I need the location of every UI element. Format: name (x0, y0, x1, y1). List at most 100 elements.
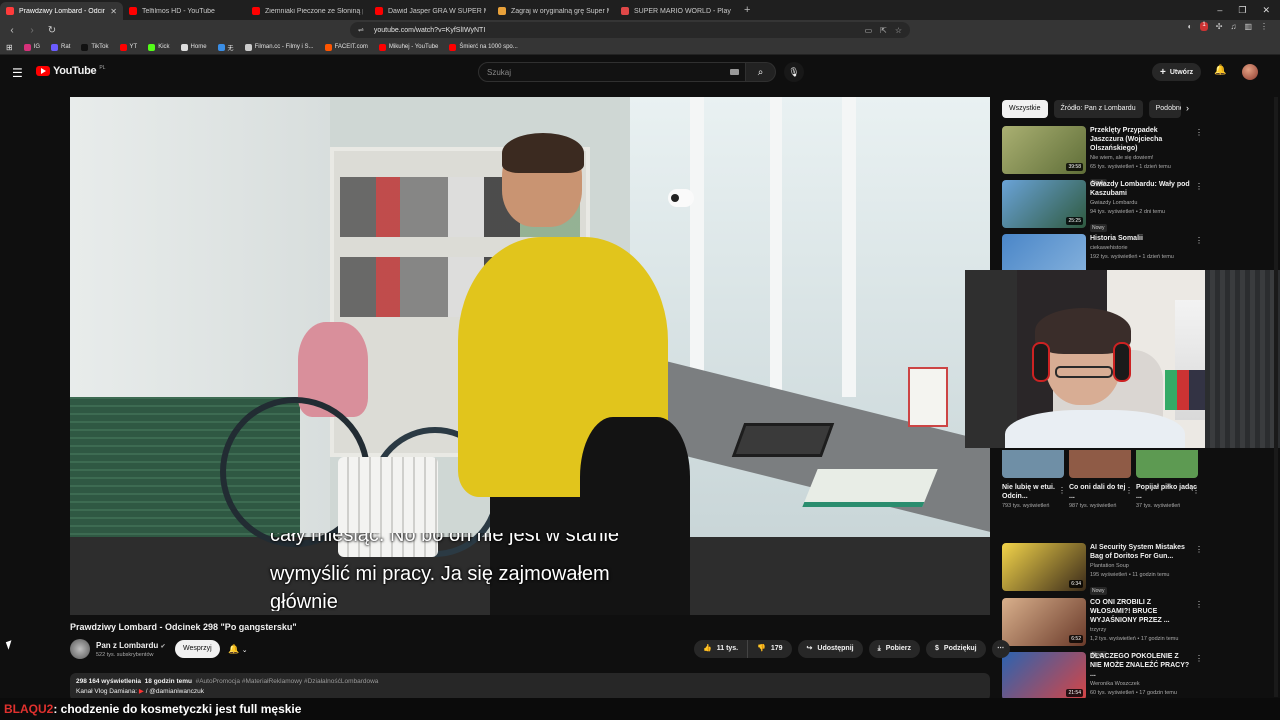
recommendation-item[interactable]: Historia Somalii ciekawehistorie 192 tys… (1002, 234, 1202, 270)
recommendation-item[interactable]: 25:25 Gwiazdy Lombardu: Wały pod Kaszuba… (1002, 180, 1203, 232)
bookmark-filman[interactable]: Filman.cc - Filmy i S... (244, 43, 314, 51)
video-thumbnail[interactable]: 39:58 (1002, 126, 1086, 174)
thanks-button[interactable]: $ Podziękuj (926, 640, 986, 658)
search-button[interactable]: ⌕ (746, 62, 776, 82)
recommendation-channel[interactable]: Gwiazdy Lombardu (1090, 199, 1190, 207)
more-options-icon[interactable]: ⋮ (1125, 486, 1133, 495)
recommendation-channel[interactable]: Plantation Soup (1090, 562, 1190, 570)
close-tab-icon[interactable]: ✕ (110, 7, 117, 16)
short-title[interactable]: Co oni dali do tej ... (1069, 483, 1131, 501)
extension-icon[interactable]: ◐ (1188, 22, 1193, 31)
short-thumbnail[interactable] (1136, 450, 1198, 478)
more-options-icon[interactable]: ⋮ (1195, 545, 1203, 554)
maximize-button[interactable]: ❐ (1238, 5, 1246, 16)
more-options-icon[interactable]: ⋮ (1192, 486, 1200, 495)
subscription-bell-button[interactable]: 🔔 ⌄ (228, 644, 248, 655)
channel-avatar[interactable] (70, 639, 90, 659)
short-item[interactable]: Popijał piłko jadąc ... 37 tys. wyświetl… (1136, 450, 1200, 510)
share-button[interactable]: ↪ Udostępnij (797, 640, 863, 658)
short-title[interactable]: Popijał piłko jadąc ... (1136, 483, 1198, 501)
site-info-icon[interactable]: ⇌ (358, 26, 364, 34)
channel-name[interactable]: Pan z Lombardu (96, 641, 158, 650)
recommendation-item[interactable]: 6:52 CO ONI ZROBILI Z WŁOSAMI?! BRUCE WY… (1002, 598, 1203, 659)
recommendation-title[interactable]: Historia Somalii (1090, 234, 1190, 243)
browser-tab[interactable]: Zagraj w oryginalną grę Super Mario... (492, 2, 615, 20)
hashtags[interactable]: #AutoPromocja #MateriałReklamowy #Działa… (196, 678, 379, 685)
support-button[interactable]: Wesprzyj (175, 640, 220, 658)
minimize-button[interactable]: – (1217, 5, 1222, 15)
bookmark-star-icon[interactable]: ☆ (895, 26, 902, 35)
recommendation-title[interactable]: Przeklęty Przypadek Jaszczura (Wojciecha… (1090, 126, 1190, 153)
short-thumbnail[interactable] (1002, 450, 1064, 478)
recommendation-channel[interactable]: trzyrzy (1090, 626, 1190, 634)
video-thumbnail[interactable]: 6:52 (1002, 598, 1086, 646)
bookmark-mikuhej[interactable]: Mikuhej - YouTube (378, 43, 438, 51)
bookmark-kick[interactable]: Kick (148, 43, 170, 51)
notifications-bell-icon[interactable]: 🔔 (1214, 65, 1226, 76)
keyboard-icon[interactable] (730, 69, 739, 75)
short-item[interactable]: Co oni dali do tej ... 987 tys. wyświetl… (1069, 450, 1133, 510)
extension-badge[interactable]: 1 (1200, 22, 1208, 31)
video-thumbnail[interactable]: 21:54 (1002, 652, 1086, 700)
browser-tab[interactable]: Ziemniaki Pieczone ze Słoniną po Bi... (246, 2, 369, 20)
recommendation-title[interactable]: DLACZEGO POKOLENIE Z NIE MOŻE ZNALEŹĆ PR… (1090, 652, 1190, 679)
short-title[interactable]: Nie lubię w etui. Odcin... (1002, 483, 1064, 501)
video-thumbnail[interactable]: 6:34 (1002, 543, 1086, 591)
media-icon[interactable]: ♫ (1230, 22, 1236, 31)
short-item[interactable]: Nie lubię w etui. Odcin... 793 tys. wyśw… (1002, 450, 1066, 510)
forward-icon[interactable]: › (24, 25, 40, 36)
reload-icon[interactable]: ↻ (44, 25, 60, 36)
video-description[interactable]: 298 164 wyświetlenia 18 godzin temu #Aut… (70, 673, 990, 701)
sidebar-icon[interactable]: ▥ (1244, 22, 1252, 31)
recommendation-channel[interactable]: Weronika Woszczek (1090, 680, 1190, 688)
bookmark-ig[interactable]: IG (23, 43, 40, 51)
puzzle-icon[interactable]: ✣ (1216, 22, 1223, 31)
chip-source[interactable]: Źródło: Pan z Lombardu (1053, 100, 1143, 118)
address-bar[interactable]: ⇌ youtube.com/watch?v=KyfSlIWyNTI ▭ ⇱ ☆ (350, 22, 910, 38)
dislike-button[interactable]: 👎 179 (748, 640, 792, 658)
account-avatar[interactable] (1242, 64, 1258, 80)
recommendation-channel[interactable]: ciekawehistorie (1090, 244, 1190, 252)
more-options-icon[interactable]: ⋮ (1195, 600, 1203, 609)
more-options-icon[interactable]: ⋮ (1195, 236, 1202, 245)
close-window-button[interactable]: ✕ (1262, 5, 1270, 16)
video-thumbnail[interactable] (1002, 234, 1086, 270)
recommendation-channel[interactable]: Nie wiem, ale się dowiem! (1090, 154, 1190, 162)
youtube-logo[interactable]: YouTube PL (36, 65, 105, 77)
bookmark-faceit[interactable]: FACEIT.com (324, 43, 368, 51)
bookmark-tiktok[interactable]: TikTok (81, 43, 109, 51)
bookmark-smierc[interactable]: Śmierć na 1000 spo... (449, 43, 518, 51)
chip-similar[interactable]: Podobne (1148, 100, 1181, 118)
browser-tab[interactable]: Prawdziwy Lombard - Odcinek ✕ (0, 2, 123, 20)
search-input[interactable]: Szukaj (478, 62, 746, 82)
hamburger-menu-icon[interactable]: ☰ (12, 66, 23, 80)
recommendation-title[interactable]: AI Security System Mistakes Bag of Dorit… (1090, 543, 1190, 561)
browser-tab[interactable]: Telfilmos HD - YouTube (123, 2, 246, 20)
bookmark-yt[interactable]: YT (119, 43, 137, 51)
new-tab-button[interactable]: + (738, 4, 756, 16)
menu-icon[interactable]: ⋮ (1260, 22, 1268, 31)
chevron-right-icon[interactable]: › (1186, 103, 1189, 113)
voice-search-button[interactable]: 🎙 (784, 62, 804, 82)
recommendation-item[interactable]: 39:58 Przeklęty Przypadek Jaszczura (Woj… (1002, 126, 1203, 187)
chip-all[interactable]: Wszystkie (1002, 100, 1048, 118)
bookmark-wu[interactable]: 无 (217, 43, 234, 52)
apps-icon[interactable]: ⊞ (6, 43, 13, 52)
bookmark-home[interactable]: Home (180, 43, 207, 51)
recommendation-title[interactable]: Gwiazdy Lombardu: Wały pod Kaszubami (1090, 180, 1190, 198)
channel-link[interactable]: / @damianiwanczuk (146, 688, 204, 695)
url-text[interactable]: youtube.com/watch?v=KyfSlIWyNTI (374, 27, 485, 34)
video-thumbnail[interactable]: 25:25 (1002, 180, 1086, 228)
short-thumbnail[interactable] (1069, 450, 1131, 478)
bookmark-rat[interactable]: Rat (51, 43, 70, 51)
video-player[interactable]: cały miesiąc. No bo on nie jest w stanie… (70, 97, 990, 615)
more-options-icon[interactable]: ⋮ (1058, 486, 1066, 495)
recommendation-item[interactable]: 21:54 DLACZEGO POKOLENIE Z NIE MOŻE ZNAL… (1002, 652, 1203, 702)
recommendation-item[interactable]: 6:34 AI Security System Mistakes Bag of … (1002, 543, 1203, 595)
back-icon[interactable]: ‹ (4, 25, 20, 36)
browser-tab[interactable]: SUPER MARIO WORLD - Play the ro... (615, 2, 738, 20)
browser-tab[interactable]: Dawid Jasper GRA W SUPER MARIO... (369, 2, 492, 20)
more-actions-button[interactable]: ⋯ (991, 640, 1010, 658)
download-button[interactable]: ⤓ Pobierz (868, 640, 920, 658)
install-icon[interactable]: ▭ (865, 26, 873, 35)
